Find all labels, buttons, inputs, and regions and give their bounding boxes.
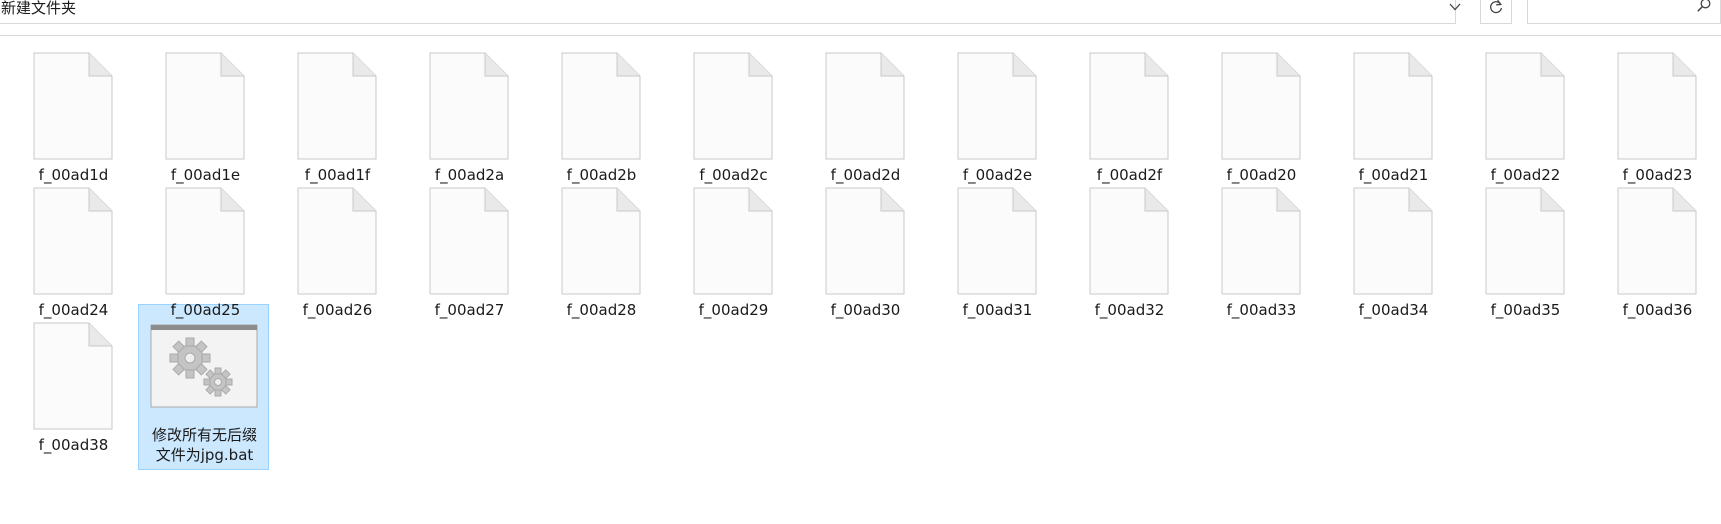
blank-file-icon: [1617, 187, 1697, 295]
blank-file-icon: [297, 52, 377, 160]
blank-file-icon: [1617, 52, 1697, 160]
file-item[interactable]: f_00ad38: [8, 313, 139, 459]
blank-file-icon: [297, 187, 377, 295]
file-item[interactable]: f_00ad28: [536, 178, 667, 324]
blank-file-icon: [429, 52, 509, 160]
blank-file-icon: [33, 187, 113, 295]
file-item[interactable]: f_00ad34: [1328, 178, 1459, 324]
file-item[interactable]: f_00ad32: [1064, 178, 1195, 324]
file-name-label: f_00ad36: [1622, 301, 1693, 319]
file-item[interactable]: f_00ad25: [140, 178, 271, 324]
navigation-toolbar: 新建文件夹: [0, 0, 1721, 36]
blank-file-icon: [957, 52, 1037, 160]
file-name-label: f_00ad31: [962, 301, 1033, 319]
file-item[interactable]: f_00ad1f: [272, 43, 403, 189]
batch-file-gears-icon: [150, 324, 258, 408]
blank-file-icon: [561, 52, 641, 160]
refresh-icon: [1490, 0, 1503, 14]
file-grid: 修改所有无后缀 文件为jpg.bat f_00ad1d f_00ad1e f_0…: [8, 43, 1721, 513]
batch-file-item[interactable]: 修改所有无后缀 文件为jpg.bat: [138, 304, 269, 470]
file-name-label: f_00ad26: [302, 301, 373, 319]
blank-file-icon: [693, 52, 773, 160]
file-item[interactable]: f_00ad22: [1460, 43, 1591, 189]
search-input[interactable]: [1532, 0, 1692, 19]
blank-file-icon: [1353, 187, 1433, 295]
file-item[interactable]: f_00ad29: [668, 178, 799, 324]
blank-file-icon: [1485, 187, 1565, 295]
batch-file-name-line1: 修改所有无后缀: [151, 426, 257, 444]
file-name-label: f_00ad30: [830, 301, 901, 319]
search-icon[interactable]: [1696, 0, 1712, 13]
file-item[interactable]: f_00ad26: [272, 178, 403, 324]
blank-file-icon: [825, 187, 905, 295]
file-item[interactable]: f_00ad2f: [1064, 43, 1195, 189]
file-item[interactable]: f_00ad21: [1328, 43, 1459, 189]
file-item[interactable]: f_00ad27: [404, 178, 535, 324]
file-item[interactable]: f_00ad1d: [8, 43, 139, 189]
file-item[interactable]: f_00ad33: [1196, 178, 1327, 324]
batch-file-name-line2: 文件为jpg.bat: [155, 446, 254, 464]
file-item[interactable]: f_00ad24: [8, 178, 139, 324]
file-item[interactable]: f_00ad36: [1592, 178, 1721, 324]
file-name-label: f_00ad38: [38, 436, 109, 454]
batch-file-name-label: 修改所有无后缀 文件为jpg.bat: [139, 425, 270, 465]
search-box[interactable]: [1527, 0, 1721, 24]
blank-file-icon: [33, 52, 113, 160]
file-name-label: f_00ad35: [1490, 301, 1561, 319]
file-item[interactable]: f_00ad2d: [800, 43, 931, 189]
refresh-button[interactable]: [1480, 0, 1512, 24]
blank-file-icon: [429, 187, 509, 295]
file-item[interactable]: f_00ad2c: [668, 43, 799, 189]
file-name-label: f_00ad27: [434, 301, 505, 319]
blank-file-icon: [825, 52, 905, 160]
file-name-label: f_00ad25: [170, 301, 241, 319]
file-name-label: f_00ad29: [698, 301, 769, 319]
blank-file-icon: [1485, 52, 1565, 160]
address-path[interactable]: 新建文件夹: [1, 0, 76, 17]
file-item[interactable]: f_00ad2a: [404, 43, 535, 189]
blank-file-icon: [1221, 187, 1301, 295]
file-name-label: f_00ad32: [1094, 301, 1165, 319]
file-item[interactable]: f_00ad2b: [536, 43, 667, 189]
file-item[interactable]: f_00ad1e: [140, 43, 271, 189]
blank-file-icon: [165, 187, 245, 295]
address-bar[interactable]: 新建文件夹: [0, 0, 1456, 24]
file-name-label: f_00ad34: [1358, 301, 1429, 319]
file-explorer-window: 新建文件夹 修改所有无后缀 文件为jpg.bat f_00ad1d f_00ad…: [0, 0, 1721, 524]
file-item[interactable]: f_00ad35: [1460, 178, 1591, 324]
blank-file-icon: [561, 187, 641, 295]
blank-file-icon: [1089, 187, 1169, 295]
file-item[interactable]: f_00ad23: [1592, 43, 1721, 189]
blank-file-icon: [33, 322, 113, 430]
file-name-label: f_00ad28: [566, 301, 637, 319]
file-item[interactable]: f_00ad31: [932, 178, 1063, 324]
blank-file-icon: [165, 52, 245, 160]
blank-file-icon: [957, 187, 1037, 295]
blank-file-icon: [1221, 52, 1301, 160]
file-item[interactable]: f_00ad20: [1196, 43, 1327, 189]
file-item[interactable]: f_00ad30: [800, 178, 931, 324]
chevron-down-icon: [1449, 3, 1461, 11]
blank-file-icon: [1089, 52, 1169, 160]
blank-file-icon: [693, 187, 773, 295]
file-item[interactable]: f_00ad2e: [932, 43, 1063, 189]
blank-file-icon: [1353, 52, 1433, 160]
address-history-dropdown[interactable]: [1440, 0, 1470, 18]
file-name-label: f_00ad33: [1226, 301, 1297, 319]
